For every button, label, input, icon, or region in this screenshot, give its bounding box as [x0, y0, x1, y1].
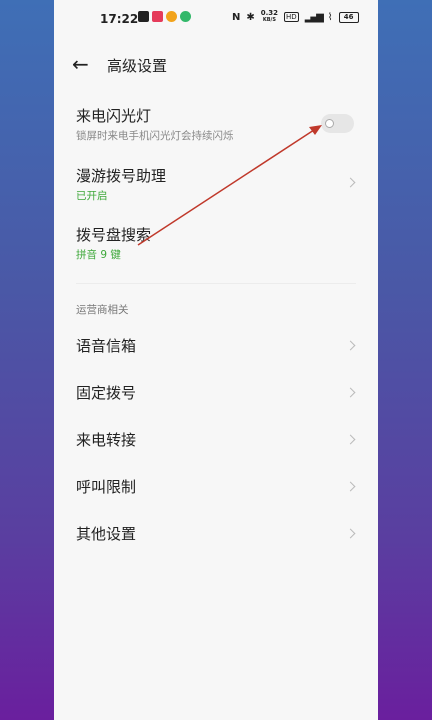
- annotation-arrow: [137, 125, 322, 246]
- arrow-head: [309, 125, 322, 135]
- phone-screen: 17:22 N ✱ 0.32 KB/S HD ▂▄▆ ⌇ 46 ← 高级设置 来…: [54, 0, 378, 720]
- arrow-line: [137, 127, 318, 246]
